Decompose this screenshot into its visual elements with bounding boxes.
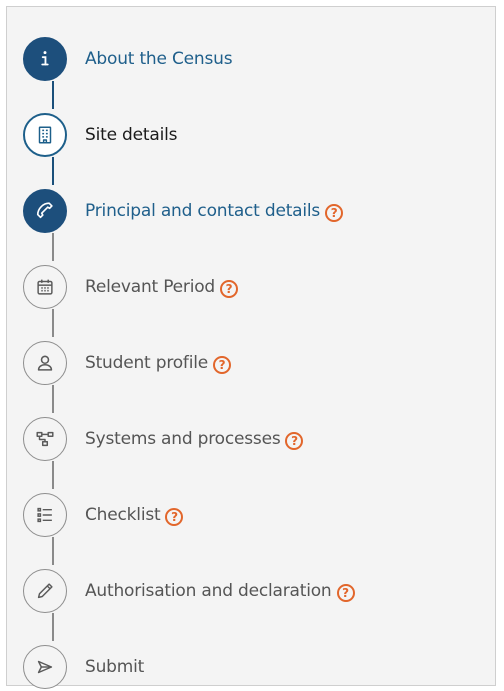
step-label: Principal and contact details?	[85, 201, 344, 222]
step-label: Relevant Period?	[85, 277, 239, 298]
pencil-icon	[34, 580, 56, 602]
step-circle	[23, 569, 67, 613]
step-connector	[52, 537, 54, 565]
step-label: Systems and processes?	[85, 429, 304, 450]
step-authorisation-and-declaration[interactable]: Authorisation and declaration?	[23, 567, 355, 615]
step-checklist[interactable]: Checklist?	[23, 491, 184, 539]
step-list: About the Census Site details Principal …	[7, 7, 495, 689]
calendar-icon	[34, 276, 56, 298]
step-connector	[52, 309, 54, 337]
hierarchy-icon	[34, 428, 56, 450]
step-principal-and-contact-details[interactable]: Principal and contact details?	[23, 187, 344, 235]
phone-icon	[34, 200, 56, 222]
step-label: Checklist?	[85, 505, 184, 526]
census-progress-panel: About the Census Site details Principal …	[6, 6, 496, 689]
step-label: About the Census	[85, 49, 233, 69]
step-label: Submit	[85, 657, 145, 677]
step-circle	[23, 341, 67, 385]
step-connector	[52, 385, 54, 413]
help-icon[interactable]: ?	[165, 508, 184, 526]
help-icon[interactable]: ?	[285, 432, 304, 450]
step-label: Site details	[85, 125, 178, 145]
send-icon	[34, 656, 56, 678]
step-circle	[23, 265, 67, 309]
step-submit[interactable]: Submit	[23, 643, 144, 691]
step-connector	[52, 461, 54, 489]
step-circle	[23, 189, 67, 233]
step-connector	[52, 157, 54, 185]
step-student-profile[interactable]: Student profile?	[23, 339, 232, 387]
step-about-the-census[interactable]: About the Census	[23, 35, 233, 83]
step-circle	[23, 493, 67, 537]
help-icon[interactable]: ?	[336, 584, 355, 602]
help-icon[interactable]: ?	[325, 204, 344, 222]
step-label: Authorisation and declaration?	[85, 581, 355, 602]
user-icon	[34, 352, 56, 374]
step-label: Student profile?	[85, 353, 232, 374]
step-site-details[interactable]: Site details	[23, 111, 177, 159]
step-systems-and-processes[interactable]: Systems and processes?	[23, 415, 304, 463]
step-relevant-period[interactable]: Relevant Period?	[23, 263, 239, 311]
step-circle	[23, 417, 67, 461]
step-circle	[23, 645, 67, 689]
building-icon	[34, 124, 56, 146]
step-connector	[52, 81, 54, 109]
list-icon	[34, 504, 56, 526]
help-icon[interactable]: ?	[220, 280, 239, 298]
help-icon[interactable]: ?	[213, 356, 232, 374]
step-connector	[52, 233, 54, 261]
info-icon	[34, 48, 56, 70]
step-circle	[23, 113, 67, 157]
step-connector	[52, 613, 54, 641]
step-circle	[23, 37, 67, 81]
